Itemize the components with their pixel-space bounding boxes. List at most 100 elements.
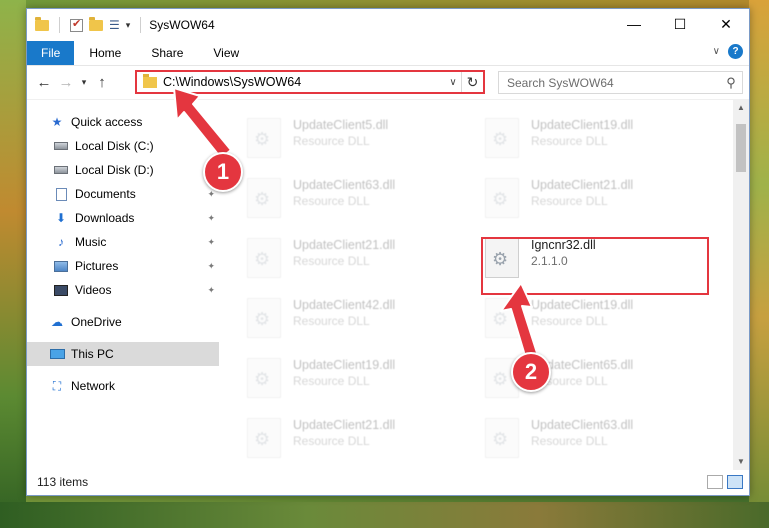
list-item[interactable]: UpdateClient19.dll Resource DLL [247, 354, 467, 402]
sidebar-item-label: Downloads [75, 211, 135, 225]
sidebar-item-onedrive[interactable]: ☁ OneDrive [27, 310, 219, 334]
music-icon: ♪ [58, 235, 64, 249]
file-type: Resource DLL [531, 314, 608, 328]
details-view-icon[interactable] [707, 475, 723, 489]
pin-icon[interactable]: ✦ [207, 261, 215, 272]
toolbar-divider [140, 17, 142, 33]
pictures-icon [53, 259, 69, 273]
tab-view[interactable]: View [198, 41, 254, 65]
sidebar-item-quick-access[interactable]: ★ Quick access [27, 110, 219, 134]
file-name: UpdateClient19.dll [293, 358, 396, 372]
sidebar-item-music[interactable]: ♪ Music ✦ [27, 230, 219, 254]
search-icon[interactable]: ⚲ [720, 75, 742, 91]
dll-file-icon [247, 178, 281, 218]
list-item[interactable]: UpdateClient19.dll Resource DLL [485, 294, 705, 342]
list-item[interactable]: UpdateClient63.dll Resource DLL [485, 414, 705, 462]
sidebar-item-local-disk-d[interactable]: Local Disk (D:) [27, 158, 219, 182]
list-item[interactable]: UpdateClient21.dll Resource DLL [247, 234, 467, 282]
scroll-down-icon[interactable]: ▼ [733, 454, 749, 470]
expand-ribbon-icon[interactable]: ∨ [713, 46, 720, 57]
forward-button[interactable]: → [55, 74, 77, 91]
address-dropdown-icon[interactable]: ∨ [445, 77, 461, 88]
help-icon[interactable]: ? [728, 44, 743, 59]
desktop-background-right [749, 0, 769, 528]
sidebar-item-this-pc[interactable]: This PC [27, 342, 219, 366]
file-name: UpdateClient63.dll [293, 178, 396, 192]
customize-list-icon[interactable]: ☰ [109, 18, 120, 32]
sidebar-item-label: Local Disk (C:) [75, 139, 154, 153]
sidebar-item-local-disk-c[interactable]: Local Disk (C:) [27, 134, 219, 158]
pin-icon[interactable]: ✦ [207, 237, 215, 248]
file-type: Resource DLL [293, 314, 370, 328]
minimize-button[interactable]: — [611, 9, 657, 39]
refresh-button[interactable]: ↻ [461, 72, 483, 92]
item-count: 113 items [37, 475, 89, 489]
dll-file-icon [485, 118, 519, 158]
dll-file-icon [247, 238, 281, 278]
dll-file-icon [485, 178, 519, 218]
file-type: Resource DLL [531, 194, 608, 208]
desktop-background-bottom [0, 502, 769, 528]
recent-locations-button[interactable]: ▾ [77, 77, 91, 88]
file-type: Resource DLL [293, 434, 370, 448]
folder-icon [35, 16, 49, 31]
videos-icon [53, 283, 69, 297]
close-button[interactable]: ✕ [703, 9, 749, 39]
file-name: UpdateClient19.dll [531, 298, 634, 312]
status-bar: 113 items [27, 469, 749, 495]
list-item[interactable]: UpdateClient42.dll Resource DLL [247, 294, 467, 342]
address-bar[interactable]: C:\Windows\SysWOW64 ∨ ↻ [135, 70, 485, 94]
new-folder-icon[interactable] [89, 16, 103, 31]
list-item[interactable]: UpdateClient5.dll Resource DLL [247, 114, 467, 162]
maximize-button[interactable]: ☐ [657, 9, 703, 39]
callout-badge-2: 2 [511, 352, 551, 392]
folder-icon [143, 73, 157, 88]
file-type: Resource DLL [293, 194, 370, 208]
sidebar-item-pictures[interactable]: Pictures ✦ [27, 254, 219, 278]
back-button[interactable]: ← [33, 74, 55, 91]
file-name: UpdateClient19.dll [531, 118, 634, 132]
dll-file-icon [247, 298, 281, 338]
file-name: UpdateClient42.dll [293, 298, 396, 312]
cloud-icon: ☁ [51, 315, 63, 329]
list-item[interactable]: UpdateClient21.dll Resource DLL [247, 414, 467, 462]
computer-icon [49, 347, 65, 361]
list-item[interactable]: UpdateClient63.dll Resource DLL [247, 174, 467, 222]
scroll-up-icon[interactable]: ▲ [733, 100, 749, 116]
large-icons-view-icon[interactable] [727, 475, 743, 489]
up-button[interactable]: ↑ [91, 74, 113, 91]
tab-file[interactable]: File [27, 41, 75, 65]
dll-file-icon [485, 298, 519, 338]
search-input[interactable]: Search SysWOW64 [507, 76, 720, 90]
address-path[interactable]: C:\Windows\SysWOW64 [163, 75, 445, 89]
file-type: Resource DLL [293, 134, 370, 148]
star-icon: ★ [51, 115, 63, 129]
chevron-down-icon[interactable]: ▾ [126, 20, 131, 31]
list-item[interactable]: UpdateClient19.dll Resource DLL [485, 114, 705, 162]
sidebar-item-downloads[interactable]: ⬇ Downloads ✦ [27, 206, 219, 230]
file-name: UpdateClient21.dll [531, 178, 634, 192]
window-title: SysWOW64 [149, 18, 215, 32]
tab-share[interactable]: Share [136, 41, 198, 65]
toolbar-divider [59, 17, 60, 33]
sidebar-item-documents[interactable]: Documents ✦ [27, 182, 219, 206]
sidebar-item-label: Pictures [75, 259, 119, 273]
tab-home[interactable]: Home [74, 41, 136, 65]
sidebar-item-network[interactable]: ⛶ Network [27, 374, 219, 398]
file-type: Resource DLL [293, 254, 370, 268]
vertical-scrollbar[interactable]: ▲ ▼ [733, 100, 749, 470]
pin-icon[interactable]: ✦ [207, 285, 215, 296]
list-item[interactable]: UpdateClient21.dll Resource DLL [485, 174, 705, 222]
dll-file-icon [247, 118, 281, 158]
pin-icon[interactable]: ✦ [207, 213, 215, 224]
downloads-icon: ⬇ [55, 211, 67, 225]
network-icon: ⛶ [52, 378, 62, 393]
file-explorer-window: ☰ ▾ SysWOW64 — ☐ ✕ File Home Share View … [26, 8, 750, 496]
scrollbar-thumb[interactable] [736, 124, 746, 172]
callout-badge-1: 1 [203, 152, 243, 192]
file-type: Resource DLL [293, 374, 370, 388]
sidebar-item-videos[interactable]: Videos ✦ [27, 278, 219, 302]
properties-check-icon[interactable] [70, 17, 83, 32]
search-box[interactable]: Search SysWOW64 ⚲ [498, 71, 743, 94]
ribbon-tabs: File Home Share View ∨ ? [27, 41, 749, 65]
